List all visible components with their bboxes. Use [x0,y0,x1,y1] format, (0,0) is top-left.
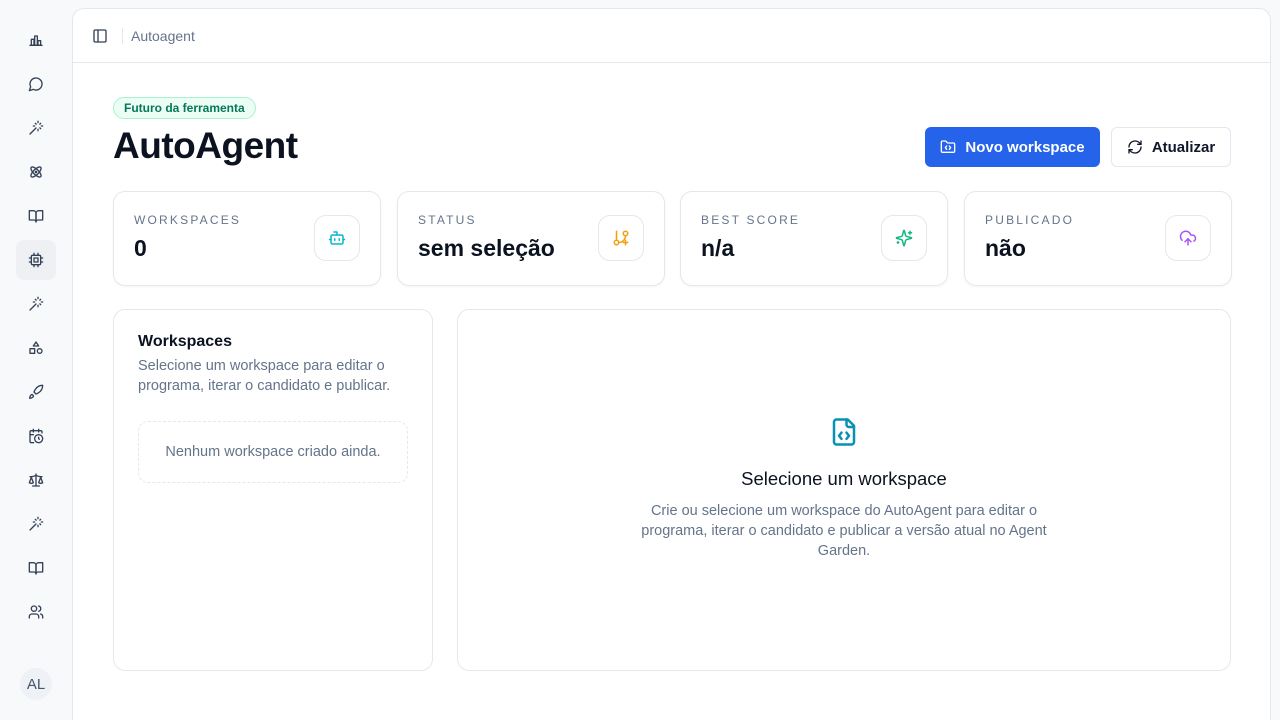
nav-evaluation-button[interactable] [16,460,56,500]
empty-workspaces-message: Nenhum workspace criado ainda. [138,421,408,483]
book-open-icon [28,210,44,223]
refresh-button[interactable]: Atualizar [1111,127,1231,167]
refresh-label: Atualizar [1151,138,1216,156]
magic-wand-icon [29,296,44,311]
nav-users-button[interactable] [16,592,56,632]
workspace-detail-panel: Selecione um workspace Crie ou selecione… [457,309,1231,671]
nav-shapes-button[interactable] [16,328,56,368]
top-bar: Autoagent [73,9,1270,63]
nav-atom-button[interactable] [16,152,56,192]
stat-card-status: STATUS sem seleção [397,191,665,286]
status-badge: Futuro da ferramenta [113,97,256,119]
sidebar-toggle-button[interactable] [91,27,109,45]
folder-code-icon [941,140,956,153]
nav-wand-3-button[interactable] [16,504,56,544]
cpu-icon [28,252,44,268]
nav-chat-button[interactable] [16,64,56,104]
users-icon [28,605,44,619]
stat-card-workspaces: WORKSPACES 0 [113,191,381,286]
rocket-icon [29,384,44,399]
panel-left-icon [93,28,107,43]
stat-value: 0 [134,235,147,261]
shapes-icon [29,341,43,354]
nav-analytics-button[interactable] [16,20,56,60]
refresh-icon [1128,140,1142,154]
workspaces-description: Selecione um workspace para editar o pro… [138,358,391,394]
new-workspace-button[interactable]: Novo workspace [925,127,1100,167]
nav-rocket-button[interactable] [16,372,56,412]
stat-label: PUBLICADO [985,213,1075,227]
book-open-icon [28,562,44,575]
magic-wand-icon [29,516,44,531]
breadcrumb[interactable]: Autoagent [131,28,195,44]
nav-docs-button[interactable] [16,196,56,236]
stat-value: sem seleção [418,235,555,261]
stat-icon-box [1165,215,1211,261]
nav-schedule-button[interactable] [16,416,56,456]
main-panel: Autoagent Futuro da ferramenta AutoAgent… [72,8,1271,720]
stat-icon-box [598,215,644,261]
empty-state-title: Selecione um workspace [741,468,947,489]
nav-wand-button[interactable] [16,108,56,148]
chat-bubble-icon [28,77,43,92]
nav-autoagent-button[interactable] [16,240,56,280]
file-code-icon-wrap [828,416,860,448]
sparkles-icon [895,229,913,247]
nav-wand-2-button[interactable] [16,284,56,324]
cloud-upload-icon [1179,230,1197,246]
calendar-clock-icon [29,428,44,444]
bar-chart-icon [29,35,43,46]
stat-icon-box [314,215,360,261]
nav-library-button[interactable] [16,548,56,588]
stat-label: STATUS [418,213,477,227]
stat-value: n/a [701,235,735,261]
stat-label: WORKSPACES [134,213,242,227]
stat-icon-box [881,215,927,261]
workspaces-panel: Workspaces Selecione um workspace para e… [113,309,433,671]
divider [122,27,123,44]
new-workspace-label: Novo workspace [965,138,1085,156]
empty-state-description: Crie ou selecione um workspace do AutoAg… [641,503,1047,559]
bot-icon [328,231,346,245]
scale-icon [28,473,44,487]
atom-icon [30,166,42,178]
user-avatar[interactable]: AL [20,668,52,700]
magic-wand-icon [29,120,44,135]
git-branch-plus-icon [613,230,629,246]
stat-card-published: PUBLICADO não [964,191,1232,286]
workspaces-title: Workspaces [138,333,232,350]
icon-rail: AL [0,0,72,720]
page-title: AutoAgent [113,125,298,166]
stat-label: BEST SCORE [701,213,801,227]
stat-card-best-score: BEST SCORE n/a [680,191,948,286]
stat-value: não [985,235,1026,261]
file-code-icon [832,418,856,446]
